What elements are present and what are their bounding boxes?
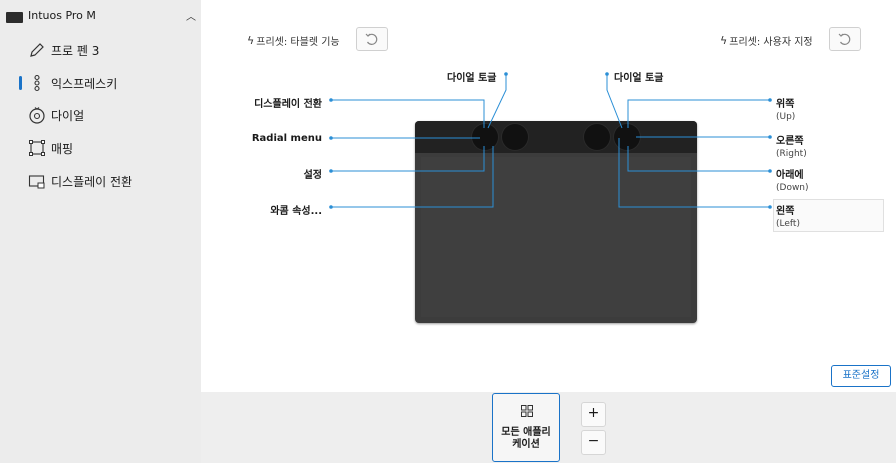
label-left[interactable]: 왼쪽 (Left) xyxy=(776,202,800,229)
label-radial-menu[interactable]: Radial menu xyxy=(152,133,322,144)
reset-defaults-button[interactable]: 표준설정 xyxy=(831,365,891,387)
label-left-sub: (Left) xyxy=(776,219,800,229)
label-up[interactable]: 위쪽 (Up) xyxy=(776,95,795,122)
remove-application-button[interactable]: − xyxy=(581,430,606,455)
all-applications-button[interactable]: 모든 애플리 케이션 xyxy=(492,393,560,462)
label-down-title: 아래에 xyxy=(776,170,804,181)
label-dial-toggle-left[interactable]: 다이얼 토글 xyxy=(447,69,617,84)
label-up-title: 위쪽 xyxy=(776,99,795,110)
all-applications-line1: 모든 애플리 xyxy=(501,427,551,438)
label-right-sub: (Right) xyxy=(776,149,807,159)
all-applications-line2: 케이션 xyxy=(512,439,540,450)
add-application-button[interactable]: + xyxy=(581,402,606,427)
label-dial-toggle-right[interactable]: 다이얼 토글 xyxy=(614,69,663,84)
all-applications-label: 모든 애플리 케이션 xyxy=(493,427,559,451)
label-settings[interactable]: 설정 xyxy=(152,166,322,181)
label-display-toggle[interactable]: 디스플레이 전환 xyxy=(152,95,322,110)
label-down-sub: (Down) xyxy=(776,183,809,193)
label-right[interactable]: 오른쪽 (Right) xyxy=(776,132,807,159)
label-up-sub: (Up) xyxy=(776,112,796,122)
label-down[interactable]: 아래에 (Down) xyxy=(776,166,809,193)
label-left-title: 왼쪽 xyxy=(776,206,795,217)
label-modifiers[interactable]: 와콤 속성... xyxy=(152,202,322,217)
grid-icon xyxy=(521,405,533,417)
label-right-title: 오른쪽 xyxy=(776,136,804,147)
